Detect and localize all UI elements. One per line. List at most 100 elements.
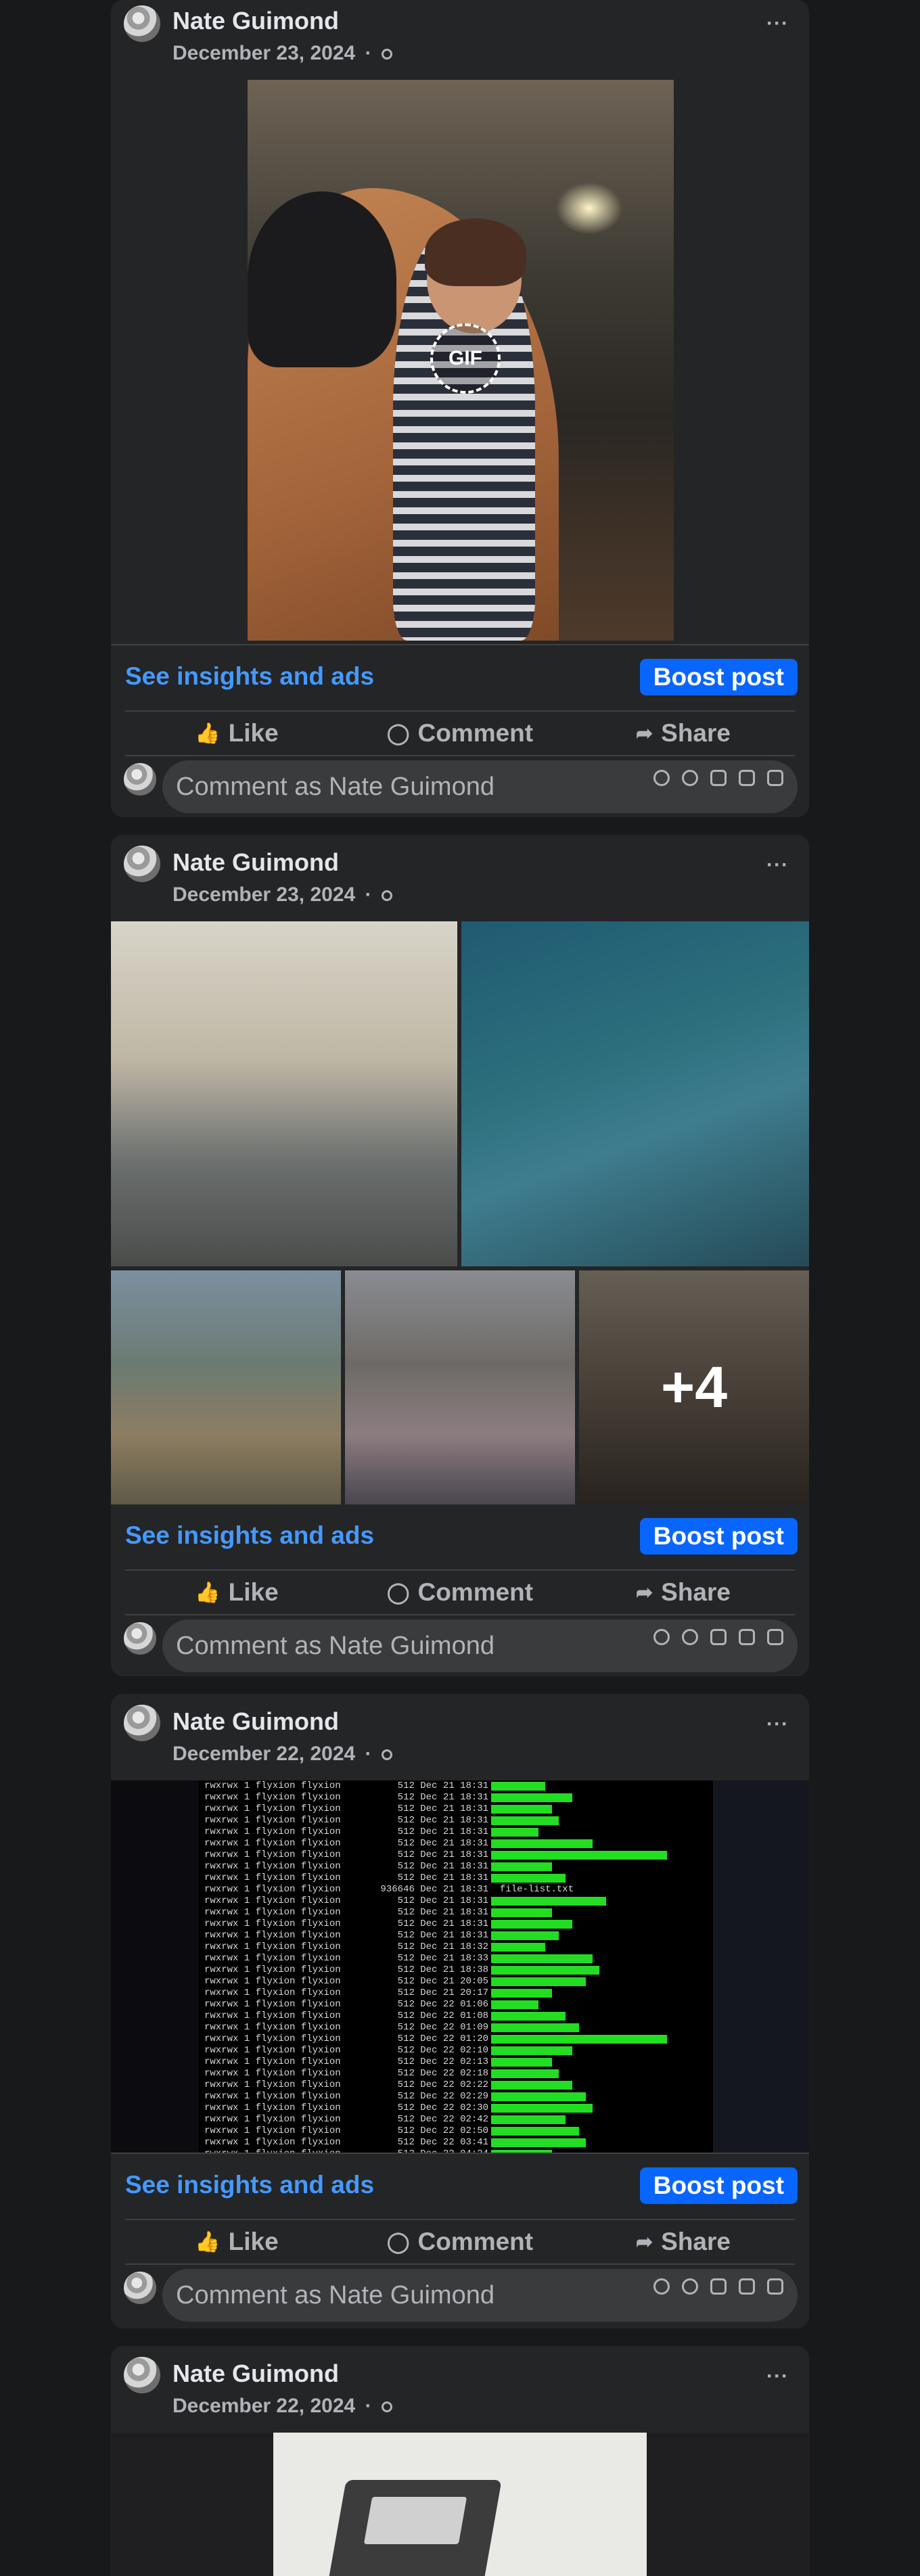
- post-date[interactable]: December 22, 2024: [172, 2395, 355, 2417]
- post-media-terminal-photo[interactable]: rwxrwx 1 flyxion flyxion 512 Dec 21 18:3…: [111, 1780, 809, 2153]
- author-avatar[interactable]: [124, 1705, 160, 1741]
- terminal-line: rwxrwx 1 flyxion flyxion 936646 Dec 21 1…: [199, 1884, 713, 1895]
- thumbs-up-icon: 👍: [195, 1581, 221, 1604]
- terminal-size-date: 512 Dec 21 20:05: [375, 1976, 500, 1987]
- terminal-size-date: 512 Dec 21 18:31: [375, 1780, 500, 1791]
- sticker-icon[interactable]: [767, 2278, 783, 2295]
- like-button[interactable]: 👍 Like: [125, 1571, 348, 1614]
- photo-christmas-tree[interactable]: [461, 921, 809, 1266]
- comment-button[interactable]: ◯ Comment: [348, 1571, 572, 1614]
- comment-input[interactable]: [162, 1619, 798, 1672]
- terminal-size-date: 512 Dec 21 18:38: [375, 1964, 500, 1975]
- gif-icon[interactable]: [739, 770, 755, 786]
- photo-edge: [111, 1780, 199, 2153]
- comment-input[interactable]: [162, 2269, 798, 2322]
- gif-play-badge[interactable]: GIF: [430, 323, 501, 394]
- post-date[interactable]: December 22, 2024: [172, 1743, 355, 1765]
- photo-family-couch[interactable]: [111, 921, 457, 1266]
- terminal-highlighted-name: [491, 1816, 559, 1825]
- terminal-owner: rwxrwx 1 flyxion flyxion: [204, 1999, 375, 2010]
- author-name[interactable]: Nate Guimond: [172, 2360, 339, 2388]
- author-avatar[interactable]: [124, 5, 160, 42]
- gif-icon[interactable]: [739, 2278, 755, 2295]
- photo-outdoor-child[interactable]: [111, 1270, 341, 1504]
- meta-separator: ·: [365, 883, 372, 906]
- terminal-line: rwxrwx 1 flyxion flyxion 512 Dec 21 18:3…: [199, 1826, 713, 1838]
- post-media-photo[interactable]: [111, 2433, 809, 2576]
- emoji-icon[interactable]: [682, 1629, 698, 1645]
- emoji-icon[interactable]: [682, 2278, 698, 2295]
- more-options-icon[interactable]: ···: [766, 12, 789, 35]
- like-button[interactable]: 👍 Like: [125, 2220, 348, 2263]
- terminal-highlighted-name: [491, 2127, 579, 2136]
- terminal-size-date: 512 Dec 21 18:33: [375, 1953, 500, 1964]
- computer-screen: [363, 2497, 467, 2544]
- like-button[interactable]: 👍 Like: [125, 712, 348, 755]
- boost-post-button[interactable]: Boost post: [639, 659, 798, 695]
- terminal-owner: rwxrwx 1 flyxion flyxion: [204, 1918, 375, 1929]
- comment-input[interactable]: [162, 760, 798, 813]
- sticker-icon[interactable]: [767, 1629, 783, 1645]
- more-options-icon[interactable]: ···: [766, 1713, 789, 1736]
- author-name[interactable]: Nate Guimond: [172, 7, 339, 35]
- terminal-owner: rwxrwx 1 flyxion flyxion: [204, 2022, 375, 2033]
- terminal-line: rwxrwx 1 flyxion flyxion 512 Dec 21 18:3…: [199, 1792, 713, 1803]
- post-date[interactable]: December 23, 2024: [172, 883, 355, 906]
- author-name[interactable]: Nate Guimond: [172, 1707, 339, 1736]
- author-avatar[interactable]: [124, 2357, 160, 2393]
- like-label: Like: [228, 1578, 279, 1606]
- terminal-line: rwxrwx 1 flyxion flyxion 512 Dec 22 01:2…: [199, 2033, 713, 2045]
- comment-bubble-icon: ◯: [386, 2230, 410, 2253]
- post-media-gif[interactable]: GIF: [111, 80, 809, 644]
- terminal-highlighted-name: [491, 1805, 552, 1814]
- post-date[interactable]: December 23, 2024: [172, 42, 355, 64]
- avatar-sticker-icon[interactable]: [653, 2278, 670, 2295]
- more-photos-count[interactable]: +4: [579, 1270, 809, 1504]
- emoji-icon[interactable]: [682, 770, 698, 786]
- camera-icon[interactable]: [710, 1629, 727, 1645]
- terminal-owner: rwxrwx 1 flyxion flyxion: [204, 1895, 375, 1906]
- terminal-highlighted-name: [491, 1954, 593, 1963]
- gif-icon[interactable]: [739, 1629, 755, 1645]
- terminal-owner: rwxrwx 1 flyxion flyxion: [204, 2033, 375, 2044]
- comment-button[interactable]: ◯ Comment: [348, 2220, 572, 2263]
- terminal-owner: rwxrwx 1 flyxion flyxion: [204, 1826, 375, 1837]
- terminal-size-date: 512 Dec 22 02:22: [375, 2079, 500, 2090]
- photo-family-table[interactable]: +4: [579, 1270, 809, 1504]
- post-actions: 👍 Like ◯ Comment ➦ Share: [125, 1569, 795, 1615]
- share-button[interactable]: ➦ Share: [572, 2220, 795, 2263]
- see-insights-link[interactable]: See insights and ads: [125, 2171, 374, 2199]
- camera-icon[interactable]: [710, 2278, 727, 2295]
- author-avatar[interactable]: [124, 846, 160, 882]
- terminal-line: rwxrwx 1 flyxion flyxion 512 Dec 21 18:3…: [199, 1918, 713, 1930]
- sticker-icon[interactable]: [767, 770, 783, 786]
- boost-post-button[interactable]: Boost post: [639, 2167, 798, 2204]
- boost-post-button[interactable]: Boost post: [639, 1518, 798, 1555]
- comment-label: Comment: [417, 719, 534, 747]
- globe-icon: [381, 890, 392, 902]
- comment-composer: [111, 1615, 809, 1676]
- author-name[interactable]: Nate Guimond: [172, 848, 339, 877]
- terminal-owner: rwxrwx 1 flyxion flyxion: [204, 1803, 375, 1814]
- terminal-size-date: 512 Dec 21 18:31: [375, 1918, 500, 1929]
- globe-icon: [381, 49, 392, 60]
- avatar-sticker-icon[interactable]: [653, 1629, 670, 1645]
- post-meta: December 23, 2024 ·: [172, 883, 392, 906]
- avatar-sticker-icon[interactable]: [653, 770, 670, 786]
- more-options-icon[interactable]: ···: [766, 854, 789, 877]
- comment-button[interactable]: ◯ Comment: [348, 712, 572, 755]
- photo-edge: [713, 1780, 809, 2153]
- terminal-owner: rwxrwx 1 flyxion flyxion: [204, 1884, 375, 1895]
- camera-icon[interactable]: [710, 770, 727, 786]
- terminal-highlighted-name: [491, 1862, 552, 1871]
- see-insights-link[interactable]: See insights and ads: [125, 1521, 374, 1550]
- gif-image: GIF: [248, 80, 674, 641]
- see-insights-link[interactable]: See insights and ads: [125, 662, 374, 691]
- photo-kids-living-room[interactable]: [345, 1270, 575, 1504]
- terminal-size-date: 512 Dec 21 18:31: [375, 1895, 500, 1906]
- terminal-line: rwxrwx 1 flyxion flyxion 512 Dec 22 02:1…: [199, 2056, 713, 2068]
- insights-bar: See insights and ads Boost post: [111, 644, 809, 710]
- more-options-icon[interactable]: ···: [766, 2365, 789, 2388]
- share-button[interactable]: ➦ Share: [572, 1571, 795, 1614]
- share-button[interactable]: ➦ Share: [572, 712, 795, 755]
